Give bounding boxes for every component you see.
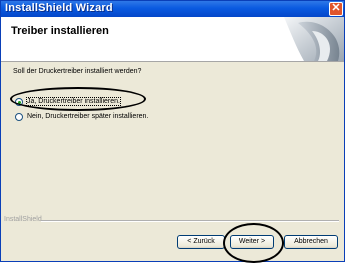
installshield-header-graphic-icon bbox=[254, 17, 344, 61]
cancel-button[interactable]: Abbrechen bbox=[284, 235, 338, 249]
installshield-wizard-window: InstallShield Wizard ✕ Treiber installie… bbox=[0, 0, 345, 263]
highlight-ellipse-next-button bbox=[223, 223, 284, 263]
wizard-header: Treiber installieren bbox=[1, 17, 344, 62]
window-title: InstallShield Wizard bbox=[5, 2, 113, 14]
footer-divider bbox=[41, 220, 339, 222]
radio-no[interactable] bbox=[15, 113, 23, 121]
back-button[interactable]: < Zurück bbox=[177, 235, 225, 249]
page-title: Treiber installieren bbox=[11, 25, 109, 37]
install-question: Soll der Druckertreiber installiert werd… bbox=[13, 68, 142, 75]
highlight-ellipse-yes-option bbox=[10, 87, 146, 111]
title-bar[interactable]: InstallShield Wizard ✕ bbox=[1, 1, 344, 17]
installshield-brand-label: InstallShield bbox=[4, 216, 42, 223]
close-button[interactable]: ✕ bbox=[329, 2, 343, 16]
close-icon: ✕ bbox=[331, 2, 341, 14]
option-no-label[interactable]: Nein, Druckertreiber später installieren… bbox=[27, 113, 148, 120]
option-no-install-later[interactable]: Nein, Druckertreiber später installieren… bbox=[15, 112, 185, 124]
